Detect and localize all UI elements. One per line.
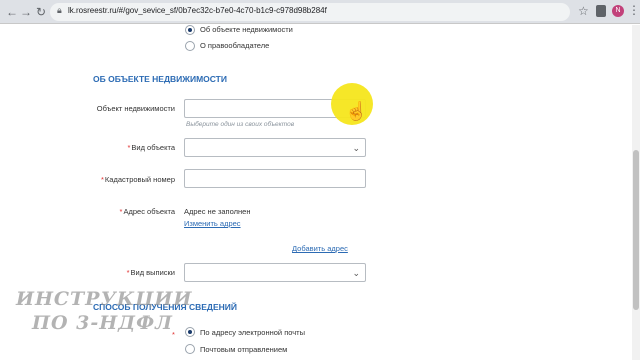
radio-delivery-email[interactable] — [185, 327, 195, 337]
object-label: Объект недвижимости — [96, 104, 175, 113]
extract-type-select[interactable]: ⌄ — [184, 263, 366, 282]
required-asterisk: * — [101, 175, 104, 184]
extract-type-label: *Вид выписки — [126, 268, 175, 277]
lock-icon: 🔒︎ — [57, 5, 62, 15]
browser-toolbar: ← → ↻ 🔒︎ lk.rosreestr.ru/#/gov_sevice_sf… — [0, 0, 640, 24]
extensions-icon[interactable] — [596, 5, 606, 17]
radio-delivery-post-label: Почтовым отправлением — [200, 345, 288, 354]
property-section-title: ОБ ОБЪЕКТЕ НЕДВИЖИМОСТИ — [93, 74, 227, 84]
radio-delivery-post[interactable] — [185, 344, 195, 354]
url-text: lk.rosreestr.ru/#/gov_sevice_sf/0b7ec32c… — [68, 6, 327, 15]
chevron-down-icon: ⌄ — [352, 143, 360, 153]
object-type-select[interactable]: ⌄ — [184, 138, 366, 157]
radio-about-owner-label: О правообладателе — [200, 41, 270, 50]
chevron-down-icon: ⌄ — [352, 268, 360, 278]
watermark-line-1: ИНСТРУКЦИИ — [16, 288, 193, 310]
hand-cursor-icon: ☝ — [345, 101, 368, 121]
page-scrollbar[interactable] — [632, 25, 640, 360]
cadastral-number-input[interactable] — [184, 169, 366, 188]
watermark-line-2: ПО 3-НДФЛ — [32, 312, 173, 334]
object-hint: Выберите один из своих объектов — [186, 121, 295, 128]
add-address-link[interactable]: Добавить адрес — [292, 244, 348, 253]
address-bar[interactable]: 🔒︎ lk.rosreestr.ru/#/gov_sevice_sf/0b7ec… — [50, 3, 570, 21]
address-label: *Адрес объекта — [119, 207, 175, 216]
address-value: Адрес не заполнен — [184, 207, 251, 216]
browser-menu-icon[interactable]: ⋮ — [628, 3, 640, 17]
radio-about-owner[interactable] — [185, 41, 195, 51]
bookmark-star-icon[interactable]: ☆ — [578, 4, 589, 18]
required-asterisk: * — [127, 143, 131, 152]
forward-icon[interactable]: → — [18, 4, 34, 20]
object-type-label: *Вид объекта — [127, 143, 175, 152]
radio-about-property[interactable] — [185, 25, 195, 35]
radio-delivery-email-label: По адресу электронной почты — [200, 328, 305, 337]
radio-about-property-label: Об объекте недвижимости — [200, 25, 293, 34]
cadastral-label: *Кадастровый номер — [101, 175, 175, 184]
scrollbar-thumb[interactable] — [633, 150, 639, 310]
change-address-link[interactable]: Изменить адрес — [184, 219, 241, 228]
required-asterisk: * — [126, 268, 130, 277]
profile-avatar[interactable]: N — [612, 5, 624, 17]
reload-icon[interactable]: ↻ — [33, 4, 49, 20]
